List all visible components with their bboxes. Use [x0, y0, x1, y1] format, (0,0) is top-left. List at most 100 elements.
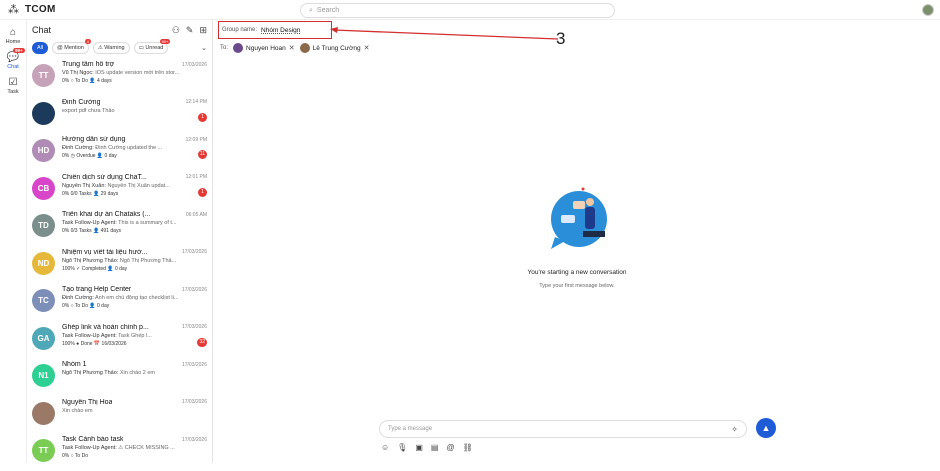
search-input[interactable]: ⌕ Search [300, 3, 615, 18]
avatar-initials: TT [38, 446, 49, 455]
recipient-chip: Lê Trung Cường ✕ [299, 43, 370, 53]
list-item-preview: Ngô Thị Phương Thảo: Ngô Thị Phương Thả.… [62, 258, 192, 264]
list-item-title: Đinh Cường [62, 98, 101, 106]
avatar-initials: HD [37, 146, 50, 155]
link-icon[interactable]: ⛓ [463, 443, 473, 452]
list-item[interactable]: TD Triển khai dự án Chataks (... 06:05 AM… [27, 208, 213, 246]
list-item-time: 12:14 PM [185, 99, 207, 105]
new-chat-icon[interactable]: ✎ [186, 25, 194, 36]
image-icon[interactable]: ▣ [415, 443, 423, 452]
list-item-title: Chiến dịch sử dụng ChaT... [62, 173, 147, 181]
preview-sender: Ngô Thị Phương Thảo: [62, 370, 119, 376]
avatar-initials: CB [37, 183, 50, 193]
chat-badge: 99+ [13, 48, 25, 53]
close-icon[interactable]: ✕ [289, 44, 295, 52]
group-name-label: Group name: [222, 27, 258, 33]
group-name-field[interactable]: Group name: Nhóm Design [218, 21, 332, 39]
ai-sparkle-icon[interactable]: ✧ [731, 425, 738, 434]
list-item-body: Nhiệm vụ viết tài liệu hướ... 17/03/2026 … [62, 249, 207, 272]
to-label: To: [220, 45, 229, 51]
list-item-body: Triển khai dự án Chataks (... 06:05 AM Ta… [62, 211, 207, 234]
list-item-body: Nguyễn Thị Hoa 17/03/2026 Xin chào em [62, 399, 207, 416]
list-item-meta: 100% ✓ Completed 👤 0 day [62, 265, 128, 272]
new-group-icon[interactable]: ⊞ [199, 25, 207, 36]
list-item-time: 12:01 PM [185, 174, 207, 180]
list-item-body: Task Cảnh báo task 17/03/2026 Task Follow… [62, 436, 207, 459]
avatar-initials: TT [38, 71, 49, 80]
list-item-preview: Đinh Cường: Đinh Cường updated the ... [62, 145, 192, 151]
list-item-time: 17/03/2026 [181, 361, 207, 368]
list-item-preview: export pdf chưa Thảo [62, 108, 192, 114]
filter-mention[interactable]: @ Mention 4 [52, 39, 91, 54]
avatar: TD [32, 214, 55, 237]
list-item-meta: 100% ● Done 📅 16/03/2026 [62, 340, 127, 347]
file-icon[interactable]: ▤ [431, 443, 439, 452]
list-item-body: Tạo trang Help Center 17/03/2026 Đinh Cườ… [62, 286, 207, 309]
list-item[interactable]: CB Chiến dịch sử dụng ChaT... 12:01 PM Ng… [27, 171, 213, 209]
preview-text: Xin chào em [62, 407, 93, 414]
list-item-body: Hướng dẫn sử dụng 12:09 PM Đinh Cường: Đi… [62, 136, 207, 159]
close-icon[interactable]: ✕ [364, 44, 370, 52]
rail-chat[interactable]: 💬 99+ Chat [0, 48, 26, 70]
list-item-meta: 0% ◷ Overdue 👤 0 day [62, 153, 117, 159]
preview-sender: Đinh Cường: [62, 295, 94, 301]
chat-filters: All @ Mention 4 ⚠ Warning ▭ Unread 99+ ⌄ [27, 39, 212, 56]
home-icon: ⌂ [9, 27, 17, 38]
app-name: TCOM [25, 4, 56, 15]
chat-panel: Chat ⚇ ✎ ⊞ All @ Mention 4 ⚠ Warning ▭ Un… [27, 20, 213, 463]
rail-task[interactable]: ☑ Task [0, 76, 26, 95]
search-icon: ⌕ [309, 6, 313, 14]
filter-unread[interactable]: ▭ Unread 99+ [133, 39, 171, 54]
avatar-initials: TC [38, 296, 49, 305]
preview-sender: Vũ Thị Ngọc: [62, 70, 94, 76]
chat-list: TT Trung tâm hỗ trợ 17/03/2026 Vũ Thị Ngọ… [27, 58, 213, 471]
chevron-down-icon[interactable]: ⌄ [201, 44, 207, 52]
rail-chat-label: Chat [7, 64, 19, 70]
preview-sender: Task Follow-Up Agent: [62, 445, 117, 451]
mention-icon[interactable]: @ [446, 443, 454, 452]
empty-state-title: You're starting a new conversation [527, 269, 627, 276]
empty-state-subtitle: Type your first message below. [539, 283, 615, 289]
mic-icon[interactable]: 🎙 [397, 443, 407, 452]
task-icon: ☑ [8, 77, 18, 88]
list-item[interactable]: Nguyễn Thị Hoa 17/03/2026 Xin chào em [27, 396, 213, 434]
filter-mention-label: Mention [64, 45, 84, 51]
preview-sender: Task Follow-Up Agent: [62, 332, 117, 339]
list-item[interactable]: ND Nhiệm vụ viết tài liệu hướ... 17/03/20… [27, 246, 213, 284]
rail-home[interactable]: ⌂ Home [0, 26, 26, 45]
app-logo[interactable]: ⁂ TCOM [8, 3, 56, 16]
avatar [299, 43, 310, 53]
rail-task-label: Task [7, 89, 19, 95]
list-item[interactable]: TT Trung tâm hỗ trợ 17/03/2026 Vũ Thị Ngọ… [27, 58, 213, 96]
list-item[interactable]: Đinh Cường 12:14 PM export pdf chưa Thảo … [27, 96, 213, 134]
list-item-title: Trung tâm hỗ trợ [62, 61, 115, 68]
message-input[interactable]: Type a message ✧ [379, 420, 747, 438]
preview-sender: Task Follow-Up Agent: [62, 220, 117, 226]
list-item[interactable]: HD Hướng dẫn sử dụng 12:09 PM Đinh Cường:… [27, 133, 213, 171]
add-contact-icon[interactable]: ⚇ [172, 25, 180, 36]
list-item-preview: Ngô Thị Phương Thảo: Xin chào 2 em [62, 370, 192, 376]
compose-toolbar: ☺ 🎙 ▣ ▤ @ ⛓ [381, 443, 473, 452]
avatar: TT [32, 439, 55, 462]
avatar: HD [32, 139, 55, 162]
preview-sender: Đinh Cường: [62, 145, 94, 151]
avatar: TT [32, 64, 55, 87]
apps-grid-icon[interactable]: ⁂ [8, 3, 19, 16]
list-item[interactable]: TT Task Cảnh báo task 17/03/2026 Task Fol… [27, 433, 213, 471]
list-item-time: 17/03/2026 [181, 399, 207, 405]
emoji-icon[interactable]: ☺ [381, 443, 389, 452]
list-item-time: 17/03/2026 [181, 436, 207, 443]
list-item-title: Nguyễn Thị Hoa [62, 398, 113, 406]
filter-all[interactable]: All [32, 42, 49, 54]
preview-text: IOS update version mới trên stor... [95, 70, 180, 76]
list-item[interactable]: N1 Nhóm 1 17/03/2026 Ngô Thị Phương Thảo:… [27, 358, 213, 396]
send-button[interactable]: ▲ [756, 418, 776, 438]
list-item-time: 06:05 AM [185, 211, 207, 218]
avatar [32, 401, 55, 425]
list-item[interactable]: TC Tạo trang Help Center 17/03/2026 Đinh … [27, 283, 213, 321]
filter-warning[interactable]: ⚠ Warning [92, 42, 130, 54]
list-item-body: Chiến dịch sử dụng ChaT... 12:01 PM Nguyễ… [62, 174, 207, 197]
user-avatar[interactable] [922, 4, 934, 16]
list-item[interactable]: GA Ghép link và hoàn chỉnh p... 17/03/202… [27, 321, 213, 359]
list-item-time: 17/03/2026 [181, 249, 207, 255]
